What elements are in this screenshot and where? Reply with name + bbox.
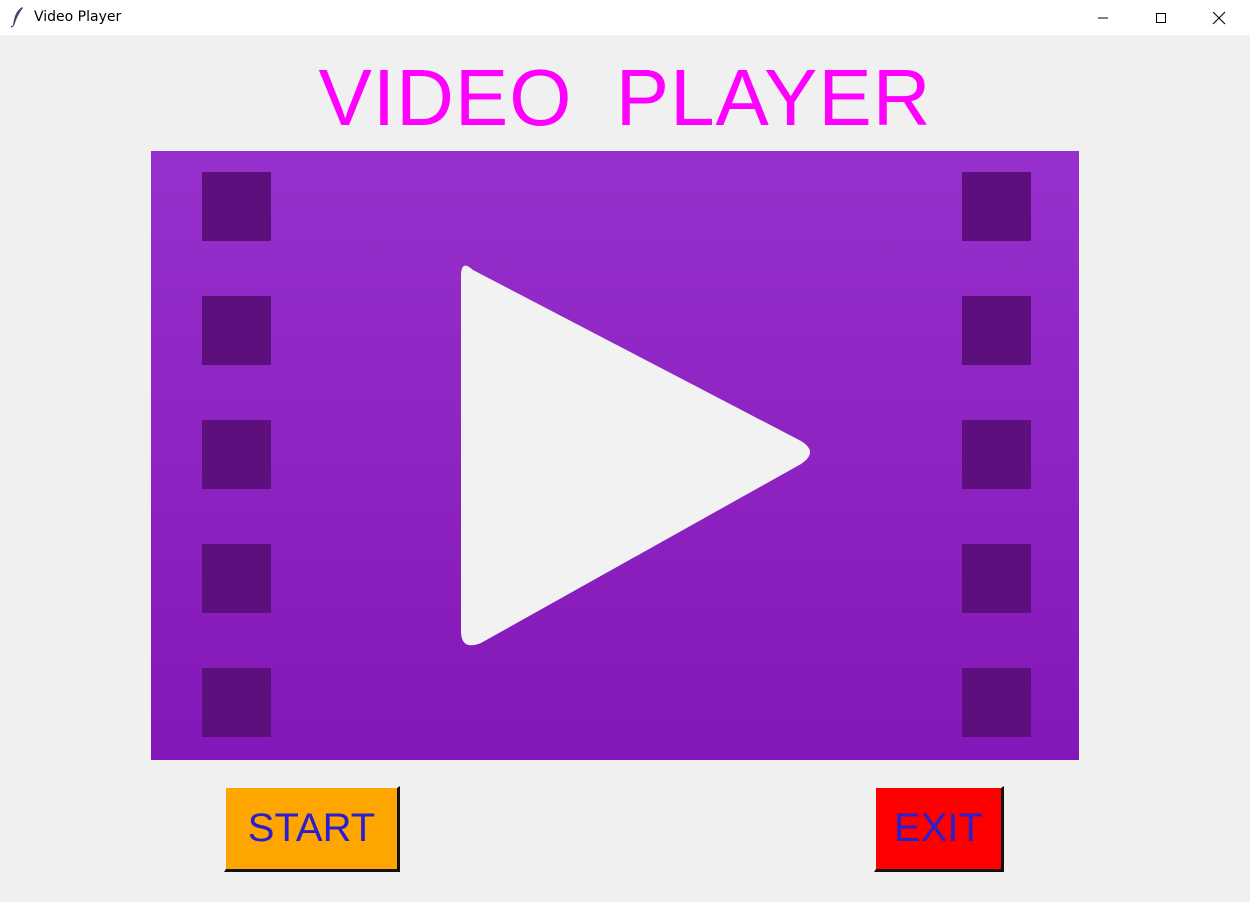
window-title: Video Player xyxy=(34,9,122,25)
film-perforation xyxy=(962,296,1031,365)
page-title: VIDEO PLAYER xyxy=(318,53,932,142)
title-bar: Video Player xyxy=(0,0,1250,35)
film-perforation xyxy=(962,668,1031,737)
film-perforation xyxy=(202,296,271,365)
feather-icon xyxy=(10,7,23,28)
exit-button[interactable]: EXIT xyxy=(874,786,1004,872)
start-button-label: START xyxy=(247,806,376,850)
close-icon xyxy=(1212,11,1226,24)
film-perforation xyxy=(202,544,271,613)
minimize-icon xyxy=(1098,17,1108,18)
maximize-icon xyxy=(1156,12,1166,23)
film-play-icon[interactable] xyxy=(151,151,1079,760)
film-perforation xyxy=(962,420,1031,489)
film-perforation xyxy=(202,420,271,489)
exit-button-label: EXIT xyxy=(894,806,983,850)
start-button[interactable]: START xyxy=(224,786,400,872)
film-perforation xyxy=(962,544,1031,613)
close-button[interactable] xyxy=(1190,0,1248,35)
film-perforation xyxy=(202,172,271,241)
film-perforation xyxy=(962,172,1031,241)
film-perforation xyxy=(202,668,271,737)
maximize-button[interactable] xyxy=(1132,0,1190,35)
minimize-button[interactable] xyxy=(1074,0,1132,35)
